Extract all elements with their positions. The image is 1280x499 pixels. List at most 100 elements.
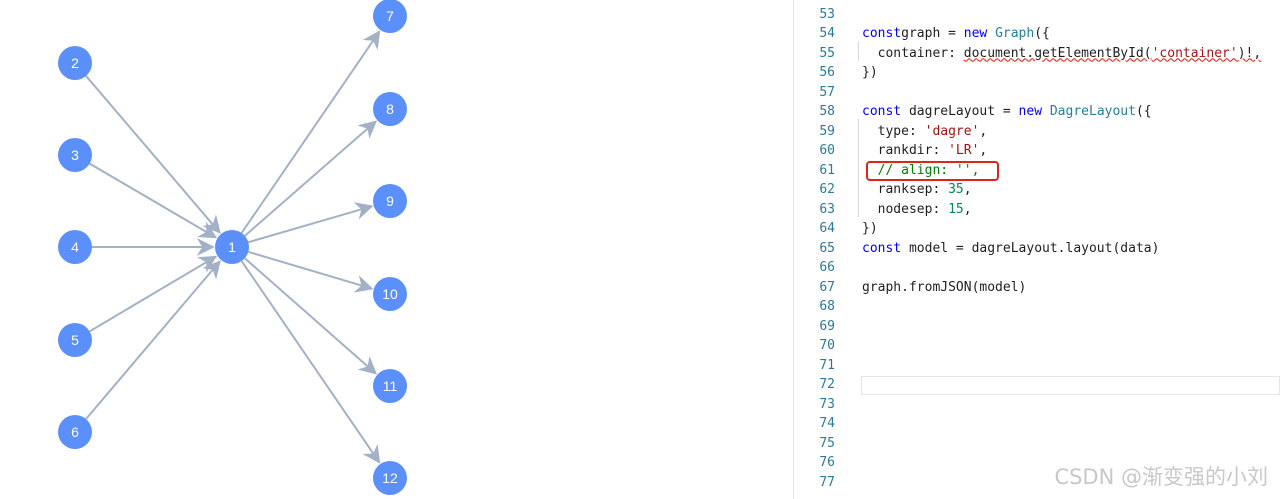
line-number: 70 — [819, 338, 835, 353]
graph-node-1[interactable]: 1 — [215, 230, 249, 264]
graph-canvas[interactable]: 1 2 3 4 5 6 7 8 9 10 11 12 — [0, 0, 793, 499]
graph-node-6[interactable]: 6 — [58, 415, 92, 449]
edge-1-10 — [248, 250, 374, 293]
code-token: graph = — [901, 26, 964, 41]
code-token: ({ — [1034, 26, 1050, 41]
node-label: 7 — [386, 8, 394, 24]
graph-node-12[interactable]: 12 — [373, 461, 407, 495]
code-line[interactable]: 69 — [794, 317, 1280, 337]
code-text: const model = dagreLayout.layout(data) — [862, 239, 1159, 259]
code-token: type: — [862, 123, 925, 139]
code-token: graph.fromJSON(model) — [862, 279, 1027, 295]
code-token: DagreLayout — [1049, 104, 1136, 119]
line-number: 67 — [819, 279, 835, 295]
code-line[interactable]: 64}) — [794, 219, 1280, 239]
node-label: 3 — [71, 147, 79, 163]
code-line[interactable]: 75 — [794, 434, 1280, 454]
edge-6-1 — [85, 260, 221, 420]
code-line[interactable]: 73 — [794, 395, 1280, 415]
code-token: , — [979, 123, 988, 139]
code-line[interactable]: 57 — [794, 83, 1280, 103]
code-token: }) — [862, 221, 878, 236]
code-token: , — [963, 182, 972, 197]
line-number: 65 — [819, 240, 835, 256]
line-number: 59 — [819, 123, 835, 139]
graph-node-7[interactable]: 7 — [373, 0, 407, 33]
line-number: 71 — [819, 357, 835, 373]
edge-2-1 — [85, 75, 221, 234]
watermark: CSDN @渐变强的小刘 — [1054, 465, 1268, 489]
code-line[interactable]: 66 — [794, 258, 1280, 278]
node-label: 10 — [382, 286, 398, 302]
line-number: 73 — [819, 396, 835, 412]
current-line-highlight — [861, 376, 1280, 395]
code-token: 35 — [948, 182, 964, 197]
line-number: 76 — [819, 455, 835, 470]
node-label: 2 — [71, 55, 79, 71]
line-number: 69 — [819, 318, 835, 334]
edge-1-11 — [244, 257, 378, 375]
code-token: container: — [862, 45, 964, 61]
graph-node-2[interactable]: 2 — [58, 46, 92, 80]
code-line[interactable]: 68 — [794, 297, 1280, 317]
graph-svg: 123456789101112 — [58, 0, 407, 495]
code-text: type: 'dagre', — [862, 122, 988, 142]
line-number: 60 — [819, 143, 835, 158]
line-number: 66 — [819, 260, 835, 275]
code-line[interactable]: 67 graph.fromJSON(model) — [794, 278, 1280, 298]
code-editor[interactable]: 53 54 constgraph = new Graph({55 container… — [793, 0, 1280, 499]
graph-node-10[interactable]: 10 — [373, 277, 407, 311]
code-line[interactable]: 54 constgraph = new Graph({ — [794, 24, 1280, 44]
graph-node-3[interactable]: 3 — [58, 138, 92, 172]
code-text: nodesep: 15, — [862, 200, 972, 220]
node-label: 1 — [228, 239, 236, 255]
code-line[interactable]: 70 — [794, 336, 1280, 356]
code-token: model = dagreLayout.layout(data) — [901, 240, 1160, 256]
code-token: 'container' — [1151, 45, 1238, 61]
line-number: 53 — [819, 6, 835, 22]
code-token: const — [862, 240, 902, 256]
line-number: 56 — [819, 65, 835, 80]
code-line[interactable]: 63 nodesep: 15, — [794, 200, 1280, 220]
code-line[interactable]: 71 — [794, 356, 1280, 376]
code-token: ranksep: — [862, 182, 949, 197]
node-label: 5 — [71, 332, 79, 348]
graph-node-8[interactable]: 8 — [373, 92, 407, 126]
line-number: 62 — [819, 182, 835, 197]
code-token: document.getElementById( — [963, 45, 1152, 61]
code-token: const — [862, 26, 902, 41]
code-token: )!, — [1237, 45, 1262, 61]
code-line[interactable]: 62 ranksep: 35, — [794, 180, 1280, 200]
graph-node-5[interactable]: 5 — [58, 323, 92, 357]
code-line[interactable]: 74 — [794, 414, 1280, 434]
line-number: 63 — [819, 201, 835, 217]
code-line[interactable]: 65 const model = dagreLayout.layout(data) — [794, 239, 1280, 259]
code-token: ({ — [1135, 104, 1152, 119]
code-text: graph.fromJSON(model) — [862, 278, 1026, 298]
line-number: 72 — [819, 377, 835, 392]
code-token: new — [963, 26, 988, 41]
code-token: const — [862, 104, 902, 119]
code-token: rankdir: — [862, 143, 949, 158]
code-token: 15 — [948, 201, 964, 217]
graph-node-4[interactable]: 4 — [58, 230, 92, 264]
code-line[interactable]: 60 rankdir: 'LR', — [794, 141, 1280, 161]
indent-guide — [858, 41, 859, 61]
code-line[interactable]: 53 — [794, 5, 1280, 25]
code-token: dagreLayout = — [901, 104, 1019, 119]
code-line[interactable]: 56}) — [794, 63, 1280, 83]
indent-guide — [858, 119, 859, 217]
node-label: 6 — [71, 424, 79, 440]
graph-node-11[interactable]: 11 — [373, 369, 407, 403]
edge-1-7 — [240, 30, 381, 234]
graph-node-9[interactable]: 9 — [373, 184, 407, 218]
code-line[interactable]: 55 container: document.getElementById('c… — [794, 44, 1280, 64]
code-line[interactable]: 59 type: 'dagre', — [794, 122, 1280, 142]
code-token: , — [963, 201, 972, 217]
code-text: constgraph = new Graph({ — [862, 24, 1050, 44]
line-number: 57 — [819, 84, 835, 100]
code-line[interactable]: 58 const dagreLayout = new DagreLayout({ — [794, 102, 1280, 122]
code-text: container: document.getElementById('cont… — [862, 44, 1262, 64]
code-token: 'dagre' — [924, 123, 980, 139]
